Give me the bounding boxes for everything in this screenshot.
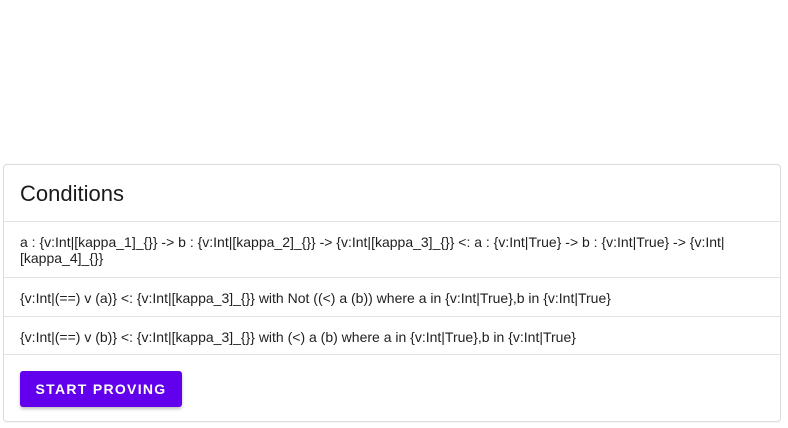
condition-item: {v:Int|(==) v (b)} <: {v:Int|[kappa_3]_{… [4,316,780,355]
condition-item: {v:Int|(==) v (a)} <: {v:Int|[kappa_3]_{… [4,277,780,316]
divider [4,354,780,355]
card-title: Conditions [20,181,124,206]
start-proving-button[interactable]: START PROVING [20,371,182,407]
page: Conditions a : {v:Int|[kappa_1]_{}} -> b… [0,0,788,428]
condition-item: a : {v:Int|[kappa_1]_{}} -> b : {v:Int|[… [4,221,780,277]
conditions-card: Conditions a : {v:Int|[kappa_1]_{}} -> b… [3,164,781,422]
